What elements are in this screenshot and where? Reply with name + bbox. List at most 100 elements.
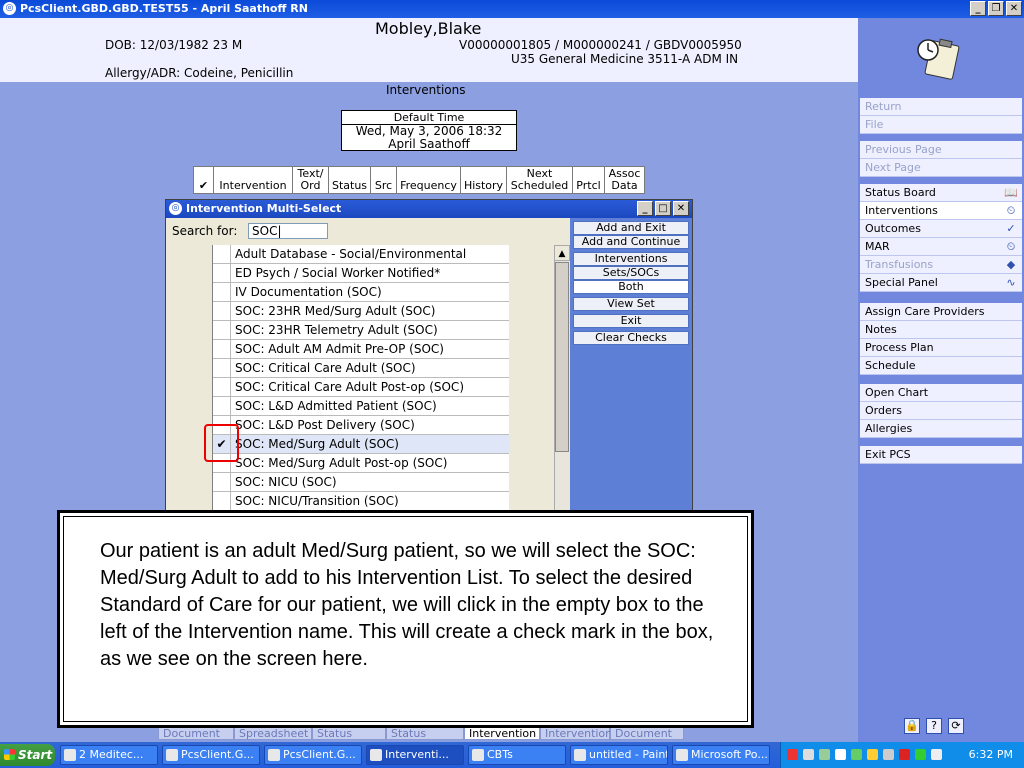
menu-item-status-board[interactable]: Status Board 📖 xyxy=(860,184,1022,202)
tray-icon[interactable] xyxy=(899,749,910,760)
menu-item-open-chart[interactable]: Open Chart xyxy=(860,384,1022,402)
item-checkbox[interactable] xyxy=(213,378,231,396)
item-checkbox[interactable] xyxy=(213,397,231,415)
sets-socs-filter-button[interactable]: Sets/SOCs xyxy=(573,266,689,280)
taskbar-button[interactable]: Interventi... xyxy=(366,745,464,765)
list-item[interactable]: SOC: 23HR Telemetry Adult (SOC) xyxy=(213,321,509,340)
list-item[interactable]: ED Psych / Social Worker Notified* xyxy=(213,264,509,283)
bottom-tab[interactable]: Status xyxy=(386,726,464,740)
tray-icon[interactable] xyxy=(787,749,798,760)
list-item[interactable]: ✔ SOC: Med/Surg Adult (SOC) xyxy=(213,435,509,454)
column-header[interactable]: Src xyxy=(371,166,397,194)
menu-item-file[interactable]: File xyxy=(860,116,1022,134)
interventions-filter-button[interactable]: Interventions xyxy=(573,252,689,266)
item-checkbox[interactable] xyxy=(213,302,231,320)
menu-item-schedule[interactable]: Schedule xyxy=(860,357,1022,375)
column-header[interactable]: Prtcl xyxy=(573,166,605,194)
view-set-button[interactable]: View Set xyxy=(573,297,689,311)
list-item[interactable]: SOC: Critical Care Adult (SOC) xyxy=(213,359,509,378)
scroll-thumb[interactable] xyxy=(555,262,569,452)
item-checkbox[interactable] xyxy=(213,340,231,358)
clear-checks-button[interactable]: Clear Checks xyxy=(573,331,689,345)
column-header[interactable]: Intervention xyxy=(214,166,293,194)
list-item[interactable]: SOC: L&D Post Delivery (SOC) xyxy=(213,416,509,435)
dialog-minimize-button[interactable]: _ xyxy=(637,201,653,216)
item-checkbox[interactable] xyxy=(213,321,231,339)
close-button[interactable]: ✕ xyxy=(1006,1,1022,16)
taskbar-button[interactable]: CBTs xyxy=(468,745,566,765)
menu-item-transfusions[interactable]: Transfusions ◆ xyxy=(860,256,1022,274)
menu-item-next-page[interactable]: Next Page xyxy=(860,159,1022,177)
taskbar-button[interactable]: PcsClient.G... xyxy=(162,745,260,765)
scroll-up-arrow-icon[interactable]: ▲ xyxy=(554,245,570,261)
list-item[interactable]: Adult Database - Social/Environmental xyxy=(213,245,509,264)
menu-item-allergies[interactable]: Allergies xyxy=(860,420,1022,438)
menu-item-process-plan[interactable]: Process Plan xyxy=(860,339,1022,357)
menu-item-return[interactable]: Return xyxy=(860,98,1022,116)
tray-icon[interactable] xyxy=(819,749,830,760)
list-item[interactable]: SOC: L&D Admitted Patient (SOC) xyxy=(213,397,509,416)
add-and-continue-button[interactable]: Add and Continue xyxy=(573,235,689,249)
tray-icon[interactable] xyxy=(803,749,814,760)
dialog-maximize-button[interactable]: □ xyxy=(655,201,671,216)
menu-item-exit-pcs[interactable]: Exit PCS xyxy=(860,446,1022,464)
list-item[interactable]: SOC: 23HR Med/Surg Adult (SOC) xyxy=(213,302,509,321)
item-checkbox[interactable] xyxy=(213,359,231,377)
lock-icon[interactable]: 🔒 xyxy=(904,718,920,734)
column-header[interactable]: History xyxy=(461,166,507,194)
refresh-icon[interactable]: ⟳ xyxy=(948,718,964,734)
taskbar-button[interactable]: PcsClient.G... xyxy=(264,745,362,765)
tray-icon[interactable] xyxy=(867,749,878,760)
item-label: SOC: L&D Admitted Patient (SOC) xyxy=(235,399,437,413)
dialog-close-button[interactable]: ✕ xyxy=(673,201,689,216)
column-header[interactable]: Status xyxy=(329,166,371,194)
bottom-tab[interactable]: Document xyxy=(610,726,684,740)
bottom-tab[interactable]: Status xyxy=(312,726,386,740)
list-item[interactable]: SOC: Adult AM Admit Pre-OP (SOC) xyxy=(213,340,509,359)
list-item[interactable]: IV Documentation (SOC) xyxy=(213,283,509,302)
add-and-exit-button[interactable]: Add and Exit xyxy=(573,221,689,235)
tray-icon[interactable] xyxy=(883,749,894,760)
menu-item-special-panel[interactable]: Special Panel ∿ xyxy=(860,274,1022,292)
both-filter-button[interactable]: Both xyxy=(573,280,689,294)
item-checkbox[interactable] xyxy=(213,264,231,282)
list-item[interactable]: SOC: NICU (SOC) xyxy=(213,473,509,492)
menu-item-orders[interactable]: Orders xyxy=(860,402,1022,420)
menu-item-notes[interactable]: Notes xyxy=(860,321,1022,339)
tray-icon[interactable] xyxy=(915,749,926,760)
tray-icon[interactable] xyxy=(851,749,862,760)
item-checkbox[interactable] xyxy=(213,473,231,491)
bottom-tab[interactable]: Spreadsheet xyxy=(234,726,312,740)
column-header[interactable]: ✔ xyxy=(193,166,214,194)
column-header[interactable]: Assoc Data xyxy=(605,166,645,194)
column-header[interactable]: Text/ Ord xyxy=(293,166,329,194)
item-checkbox[interactable] xyxy=(213,492,231,510)
taskbar-button[interactable]: Microsoft Po... xyxy=(672,745,770,765)
menu-item-previous-page[interactable]: Previous Page xyxy=(860,141,1022,159)
bottom-tab[interactable]: Document xyxy=(158,726,234,740)
column-header[interactable]: Next Scheduled xyxy=(507,166,573,194)
menu-item-mar[interactable]: MAR ⏲ xyxy=(860,238,1022,256)
menu-item-interventions[interactable]: Interventions ⏲ xyxy=(860,202,1022,220)
tray-icon[interactable] xyxy=(835,749,846,760)
minimize-button[interactable]: _ xyxy=(970,1,986,16)
menu-item-assign-care-providers[interactable]: Assign Care Providers xyxy=(860,303,1022,321)
restore-button[interactable]: ❐ xyxy=(988,1,1004,16)
list-item[interactable]: SOC: Med/Surg Adult Post-op (SOC) xyxy=(213,454,509,473)
taskbar-button[interactable]: untitled - Paint xyxy=(570,745,668,765)
exit-button[interactable]: Exit xyxy=(573,314,689,328)
list-item[interactable]: SOC: NICU/Transition (SOC) xyxy=(213,492,509,511)
search-input[interactable] xyxy=(248,223,328,239)
start-button[interactable]: Start xyxy=(0,744,55,766)
default-time-box[interactable]: Default Time Wed, May 3, 2006 18:32 Apri… xyxy=(341,110,517,151)
bottom-tab[interactable]: Intervention xyxy=(464,726,540,740)
help-icon[interactable]: ? xyxy=(926,718,942,734)
list-item[interactable]: SOC: Critical Care Adult Post-op (SOC) xyxy=(213,378,509,397)
column-header[interactable]: Frequency xyxy=(397,166,461,194)
item-checkbox[interactable] xyxy=(213,283,231,301)
taskbar-button[interactable]: 2 Meditec... xyxy=(60,745,158,765)
bottom-tab[interactable]: Intervention xyxy=(540,726,612,740)
menu-item-outcomes[interactable]: Outcomes ✓ xyxy=(860,220,1022,238)
tray-icon[interactable] xyxy=(931,749,942,760)
item-checkbox[interactable] xyxy=(213,245,231,263)
